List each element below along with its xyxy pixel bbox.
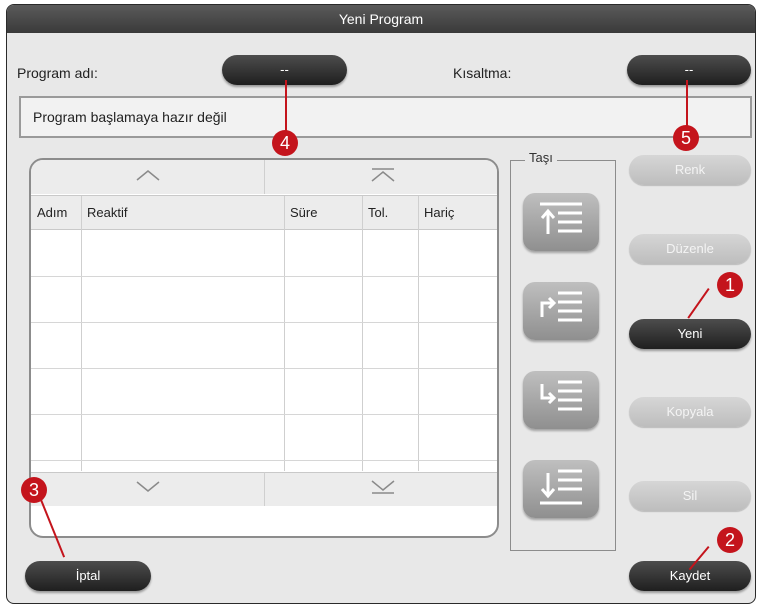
column-header-step: Adım: [37, 205, 68, 220]
callout-badge-1: 1: [717, 272, 743, 298]
new-program-dialog: Yeni Program Program adı: -- Kısaltma: -…: [6, 4, 756, 604]
move-down-icon: [536, 378, 586, 423]
table-row[interactable]: [31, 368, 497, 369]
scroll-up-button[interactable]: [31, 160, 265, 194]
column-header-tolerance: Tol.: [368, 205, 389, 220]
status-field: Program başlamaya hazır değil: [19, 96, 752, 138]
table-row[interactable]: [31, 276, 497, 277]
callout-badge-5: 5: [673, 125, 699, 151]
move-bottom-icon: [536, 467, 586, 512]
chevron-bottom-icon: [370, 479, 396, 500]
chevron-up-icon: [135, 168, 161, 187]
callout-line-4: [285, 80, 287, 135]
column-header-duration: Süre: [290, 205, 318, 220]
table-header: Adım Reaktif Süre Tol. Hariç: [31, 196, 497, 230]
move-up-icon: [536, 289, 586, 334]
new-button[interactable]: Yeni: [629, 319, 751, 349]
scroll-top-button[interactable]: [265, 160, 497, 194]
steps-table: Adım Reaktif Süre Tol. Hariç: [29, 158, 499, 538]
callout-badge-4: 4: [272, 130, 298, 156]
cancel-button[interactable]: İptal: [25, 561, 151, 591]
column-header-reagent: Reaktif: [87, 205, 128, 220]
edit-button[interactable]: Düzenle: [629, 234, 751, 264]
chevron-down-icon: [135, 480, 161, 499]
delete-button[interactable]: Sil: [629, 481, 751, 511]
copy-button[interactable]: Kopyala: [629, 397, 751, 427]
move-down-button[interactable]: [523, 371, 599, 429]
callout-badge-3: 3: [21, 477, 47, 503]
move-to-top-button[interactable]: [523, 193, 599, 251]
callout-line-5: [686, 80, 688, 130]
dialog-title: Yeni Program: [7, 5, 755, 33]
scroll-bottom-button[interactable]: [265, 472, 497, 506]
move-top-icon: [536, 200, 586, 245]
program-name-label: Program adı:: [17, 65, 98, 81]
table-row[interactable]: [31, 322, 497, 323]
move-up-button[interactable]: [523, 282, 599, 340]
short-name-label: Kısaltma:: [453, 65, 512, 81]
move-label: Taşı: [525, 150, 557, 165]
table-row[interactable]: [31, 460, 497, 461]
scroll-down-button[interactable]: [31, 472, 265, 506]
chevron-top-icon: [370, 167, 396, 188]
table-row[interactable]: [31, 414, 497, 415]
callout-badge-2: 2: [717, 527, 743, 553]
color-button[interactable]: Renk: [629, 155, 751, 185]
column-header-excluded: Hariç: [424, 205, 455, 220]
move-to-bottom-button[interactable]: [523, 460, 599, 518]
short-name-button[interactable]: --: [627, 55, 751, 85]
